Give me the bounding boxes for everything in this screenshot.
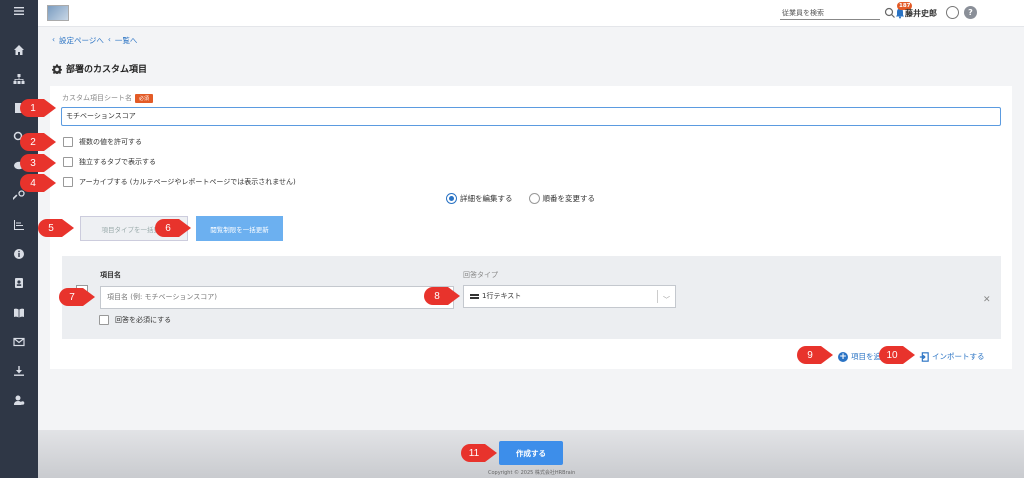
mail-icon[interactable]	[0, 335, 38, 349]
radio-change-order-button[interactable]	[528, 193, 540, 204]
archive-checkbox[interactable]	[63, 177, 73, 187]
help-icon[interactable]: ?	[964, 6, 977, 19]
annotation-number: 6	[165, 222, 171, 234]
archive-label: アーカイブする (カルテページやレポートページでは表示されません)	[79, 178, 296, 186]
annotation-number: 5	[48, 222, 54, 234]
annotation-marker-7: 7	[59, 288, 95, 306]
annotation-marker-11: 11	[461, 444, 497, 462]
radio-edit-details[interactable]: 詳細を編集する	[446, 193, 513, 204]
book-icon[interactable]	[0, 306, 38, 320]
bulk-update-view-restriction-button[interactable]: 閲覧制限を一括更新	[196, 216, 283, 241]
annotation-number: 10	[886, 349, 898, 361]
sheet-name-label-text: カスタム項目シート名	[62, 94, 132, 102]
chart-icon[interactable]	[0, 218, 38, 232]
import-icon	[919, 351, 929, 362]
make-required-label: 回答を必須にする	[115, 316, 172, 324]
user-settings-icon[interactable]	[0, 393, 38, 407]
radio-edit-details-button[interactable]	[446, 193, 457, 204]
plus-circle-icon: +	[838, 351, 848, 362]
user-name[interactable]: 藤井史郎	[905, 8, 937, 19]
import-button[interactable]: インポートする	[919, 351, 985, 362]
annotation-number: 8	[434, 290, 440, 302]
annotation-marker-6: 6	[155, 219, 191, 237]
page-title-text: 部署のカスタム項目	[66, 65, 148, 75]
home-icon[interactable]	[0, 43, 38, 57]
item-name-input[interactable]: 項目名 (例: モチベーションスコア)	[100, 286, 454, 309]
required-badge: 必須	[135, 93, 154, 103]
annotation-number: 9	[807, 349, 813, 361]
avatar[interactable]	[946, 6, 959, 19]
copyright-text: Copyright © 2025 株式会社HRBrain	[488, 470, 576, 476]
item-name-header: 項目名	[100, 271, 121, 279]
sheet-name-input[interactable]: モチベーションスコア	[61, 107, 1001, 126]
remove-item-icon[interactable]: ✕	[983, 295, 991, 305]
select-divider	[657, 290, 658, 303]
create-button[interactable]: 作成する	[499, 441, 563, 465]
sheet-name-label: カスタム項目シート名 必須	[62, 93, 154, 103]
annotation-marker-4: 4	[20, 174, 56, 192]
breadcrumb-settings-link[interactable]: 設定ページへ	[59, 35, 104, 46]
annotation-marker-1: 1	[20, 99, 56, 117]
annotation-marker-2: 2	[20, 133, 56, 151]
breadcrumb: ‹ 設定ページへ ‹ 一覧へ	[52, 35, 137, 46]
annotation-number: 1	[30, 102, 36, 114]
annotation-marker-3: 3	[20, 154, 56, 172]
answer-type-value: 1行テキスト	[482, 292, 522, 300]
contact-card-icon[interactable]	[0, 276, 38, 290]
menu-icon[interactable]	[0, 4, 38, 18]
company-logo[interactable]	[47, 5, 69, 21]
annotation-number: 11	[468, 447, 480, 459]
separate-tab-label: 独立するタブで表示する	[79, 158, 156, 166]
archive-row[interactable]: アーカイブする (カルテページやレポートページでは表示されません)	[63, 177, 296, 187]
gear-icon	[52, 63, 62, 74]
answer-type-header: 回答タイプ	[463, 271, 498, 279]
chevron-left-icon: ‹	[52, 35, 55, 44]
answer-type-select[interactable]: 1行テキスト ﹀	[463, 285, 676, 308]
org-chart-icon[interactable]	[0, 72, 38, 86]
annotation-marker-5: 5	[38, 219, 74, 237]
sidebar	[0, 0, 38, 478]
allow-multiple-label: 複数の値を許可する	[79, 138, 142, 146]
allow-multiple-row[interactable]: 複数の値を許可する	[63, 137, 142, 147]
separate-tab-row[interactable]: 独立するタブで表示する	[63, 157, 156, 167]
mode-radio-group: 詳細を編集する 順番を変更する	[446, 193, 605, 204]
annotation-marker-9: 9	[797, 346, 833, 364]
annotation-number: 4	[30, 177, 36, 189]
radio-edit-details-label: 詳細を編集する	[460, 194, 513, 203]
chevron-left-icon: ‹	[107, 35, 111, 44]
chevron-down-icon: ﹀	[663, 296, 670, 304]
radio-change-order-label: 順番を変更する	[542, 194, 596, 203]
radio-change-order[interactable]: 順番を変更する	[528, 193, 596, 204]
text-lines-icon	[470, 294, 479, 299]
annotation-number: 7	[69, 291, 75, 303]
make-required-checkbox[interactable]	[99, 315, 109, 325]
separate-tab-checkbox[interactable]	[63, 157, 73, 167]
employee-search-input[interactable]: 従業員を検索	[780, 7, 880, 20]
annotation-number: 3	[30, 157, 36, 169]
download-icon[interactable]	[0, 364, 38, 378]
annotation-marker-10: 10	[879, 346, 915, 364]
breadcrumb-list-link[interactable]: 一覧へ	[115, 35, 138, 46]
make-required-row[interactable]: 回答を必須にする	[99, 315, 171, 325]
import-label: インポートする	[932, 352, 985, 361]
annotation-number: 2	[30, 136, 36, 148]
info-icon[interactable]	[0, 247, 38, 261]
annotation-marker-8: 8	[424, 287, 460, 305]
allow-multiple-checkbox[interactable]	[63, 137, 73, 147]
page-title: 部署のカスタム項目	[52, 62, 147, 75]
